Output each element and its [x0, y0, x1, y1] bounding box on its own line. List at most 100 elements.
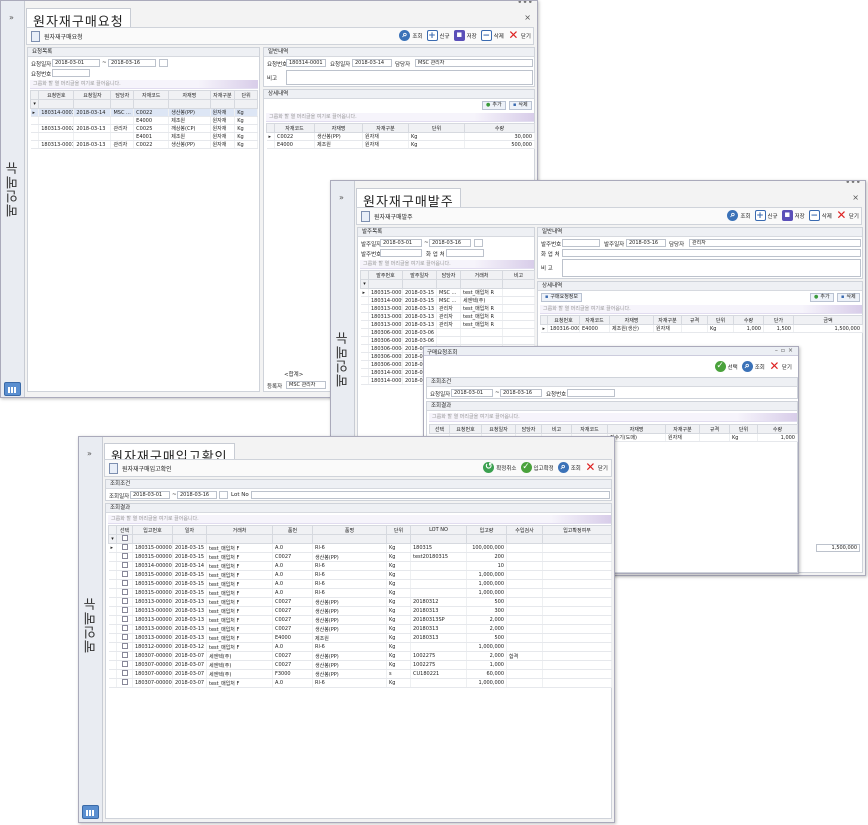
orddate-field[interactable]: 2018-03-16: [626, 239, 666, 247]
side-menu-label[interactable]: 메인메뉴: [334, 331, 353, 387]
save-button[interactable]: ▪ 저장: [453, 30, 477, 41]
search-button[interactable]: ⌕ 조회: [557, 462, 581, 473]
manager-field[interactable]: 관리자: [689, 239, 861, 247]
reqdate-field[interactable]: 2018-03-14: [352, 59, 392, 67]
more-icon[interactable]: •••: [517, 1, 533, 8]
row-checkbox[interactable]: [121, 625, 128, 631]
close-button[interactable]: ✕ 닫기: [585, 461, 608, 473]
row-checkbox[interactable]: [121, 607, 128, 613]
ordno-field[interactable]: [562, 239, 600, 247]
vendor-field[interactable]: [562, 249, 861, 257]
select-button[interactable]: ✓ 선택: [714, 361, 738, 372]
table-row[interactable]: 180315-000003 2018-03-15 test_매입처 F C0027 생산…: [108, 552, 612, 562]
window-controls-icon[interactable]: –▫×: [775, 347, 796, 354]
calendar-icon[interactable]: [4, 382, 21, 396]
lot-input[interactable]: [251, 491, 610, 499]
table-row[interactable]: 180307-000002 2018-03-07 세엔텍(주) F3000 생산봉(PP…: [108, 669, 612, 679]
calendar-picker-icon[interactable]: [474, 239, 483, 247]
table-row[interactable]: 180313-000001 2018-03-13 test_매입처 F C0027 생산…: [108, 615, 612, 625]
table-row[interactable]: ▸ 180314-0001 2018-03-14 MSC ... C0022 생산봉(PP…: [30, 108, 258, 117]
add-button[interactable]: ● 추가: [810, 293, 834, 302]
ordno-input[interactable]: [380, 249, 422, 257]
note-field[interactable]: [286, 70, 533, 85]
date-from-input[interactable]: 2018-03-01: [380, 239, 422, 247]
table-row[interactable]: 180313-0002 2018-03-13 관리자 C0025 깨상봉(CP) 원자재 K…: [30, 124, 258, 133]
side-menu[interactable]: » 메인메뉴: [79, 437, 103, 822]
table-row[interactable]: 180313-0003 2018-03-13 관리자 test_매입처 R: [360, 304, 535, 313]
table-row[interactable]: 180307-000003 2018-03-07 세엔텍(주) C0027 생산봉(PP…: [108, 660, 612, 670]
row-checkbox[interactable]: [121, 634, 128, 640]
reqno-input[interactable]: [52, 69, 90, 77]
table-row[interactable]: 180313-0001 2018-03-13 관리자 C0022 생산봉(PP) 원자재 K…: [30, 140, 258, 149]
new-button[interactable]: + 신규: [426, 30, 450, 41]
note-field[interactable]: [562, 259, 861, 277]
row-checkbox[interactable]: [121, 661, 128, 667]
save-button[interactable]: ▪ 저장: [781, 210, 805, 221]
close-button[interactable]: ✕ 닫기: [508, 29, 531, 41]
calendar-picker-icon[interactable]: [219, 491, 228, 499]
table-row[interactable]: ▸ 180315-0001 2018-03-15 MSC ... test_매입처 R: [360, 288, 535, 297]
reqno-input[interactable]: [567, 389, 615, 397]
chevron-right-icon[interactable]: »: [9, 13, 14, 22]
row-checkbox[interactable]: [121, 616, 128, 622]
table-row[interactable]: 180313-000002 2018-03-13 test_매입처 F C0027 생산…: [108, 624, 612, 634]
more-icon[interactable]: •••: [845, 181, 861, 188]
confirm-receipt-button[interactable]: ✓ 입고확정: [520, 462, 554, 473]
table-row[interactable]: 180315-000002 2018-03-15 test_매입처 F A.0 Rl-6…: [108, 588, 612, 598]
row-checkbox[interactable]: [121, 643, 128, 649]
row-checkbox[interactable]: [121, 598, 128, 604]
close-button[interactable]: ✕ 닫기: [836, 209, 859, 221]
search-button[interactable]: ⌕ 조회: [741, 361, 765, 372]
table-row[interactable]: 180313-0001 2018-03-13 관리자 test_매입처 R: [360, 320, 535, 329]
chevron-right-icon[interactable]: »: [339, 193, 344, 202]
table-row[interactable]: 180313-000003 2018-03-13 test_매입처 F E4000 제조…: [108, 633, 612, 643]
add-button[interactable]: ● 추가: [482, 101, 506, 110]
table-row[interactable]: ▸ 180315-000002 2018-03-15 test_매입처 F A.0 Rl-…: [108, 543, 612, 553]
date-to-input[interactable]: 2018-03-16: [177, 491, 217, 499]
table-row[interactable]: 180313-000001 2018-03-13 test_매입처 F C0027 생산…: [108, 597, 612, 607]
table-row[interactable]: 180314-000004 2018-03-14 test_매입처 F A.0 Rl-6…: [108, 561, 612, 571]
delete-button[interactable]: − 삭제: [808, 210, 832, 221]
side-menu[interactable]: » 메인메뉴: [1, 1, 25, 397]
row-checkbox[interactable]: [121, 544, 128, 550]
registrant-field[interactable]: MSC 관리자: [286, 381, 326, 389]
search-button[interactable]: ⌕ 조회: [399, 30, 423, 41]
row-checkbox[interactable]: [121, 553, 128, 559]
close-icon[interactable]: ×: [852, 193, 859, 202]
date-from-input[interactable]: 2018-03-01: [52, 59, 100, 67]
table-row[interactable]: 180313-000003 2018-03-13 test_매입처 F C0027 생산…: [108, 606, 612, 616]
table-row[interactable]: 180307-000002 2018-03-07 test_매입처 F A.0 Rl-6…: [108, 678, 612, 688]
close-icon[interactable]: ×: [524, 13, 531, 22]
vendor-input[interactable]: [446, 249, 484, 257]
row-checkbox[interactable]: [121, 562, 128, 568]
row-checkbox[interactable]: [121, 589, 128, 595]
table-row[interactable]: 180315-000005 2018-03-15 test_매입처 F A.0 Rl-6…: [108, 579, 612, 589]
table-row[interactable]: E4001 제조원 원자재 Kg: [30, 132, 258, 141]
reqno-field[interactable]: 180314-0001: [286, 59, 326, 67]
search-button[interactable]: ⌕ 조회: [727, 210, 751, 221]
delete-button[interactable]: − 삭제: [480, 30, 504, 41]
row-checkbox[interactable]: [121, 571, 128, 577]
side-menu-label[interactable]: 메인메뉴: [82, 597, 101, 653]
row-checkbox[interactable]: [121, 679, 128, 685]
new-button[interactable]: + 신규: [754, 210, 778, 221]
calendar-picker-icon[interactable]: [159, 59, 168, 67]
table-row[interactable]: 180315-000004 2018-03-15 test_매입처 F A.0 Rl-6…: [108, 570, 612, 580]
select-all-checkbox[interactable]: [121, 535, 128, 541]
table-row[interactable]: 180313-0002 2018-03-13 관리자 test_매입처 R: [360, 312, 535, 321]
remove-button[interactable]: ▪ 삭제: [837, 293, 860, 302]
row-checkbox[interactable]: [121, 670, 128, 676]
table-row[interactable]: 180307-000004 2018-03-07 세엔텍(주) C0027 생산봉(PP…: [108, 651, 612, 661]
row-checkbox[interactable]: [121, 580, 128, 586]
request-info-button[interactable]: ▪ 구매요청정보: [541, 293, 582, 302]
table-row[interactable]: E4000 제조원 원자재 Kg 500,000: [266, 140, 535, 149]
calendar-icon[interactable]: [82, 805, 99, 819]
table-row[interactable]: 180306-0002 2018-03-06: [360, 328, 535, 337]
side-menu-label[interactable]: 메인메뉴: [4, 161, 23, 217]
table-row[interactable]: ▸180316-0001E4000제조원(생산)원자재Kg1,0001,5001…: [540, 324, 863, 333]
cancel-confirm-button[interactable]: ↺ 확정취소: [483, 462, 517, 473]
table-row[interactable]: 180306-0001 2018-03-06: [360, 336, 535, 345]
date-to-input[interactable]: 2018-03-16: [429, 239, 471, 247]
close-button[interactable]: ✕ 닫기: [769, 360, 792, 372]
table-row[interactable]: 180312-000001 2018-03-12 test_매입처 F A.0 Rl-6…: [108, 642, 612, 652]
